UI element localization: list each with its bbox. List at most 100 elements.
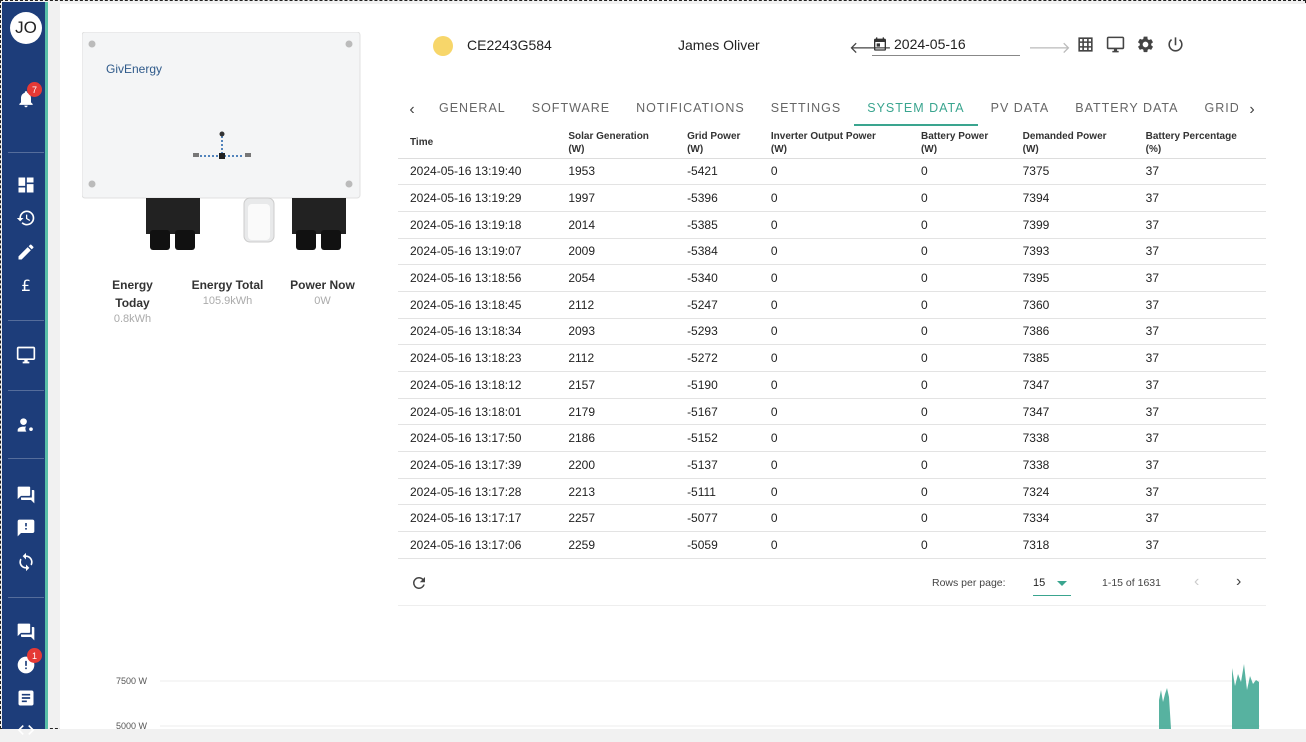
table-cell: -5272 <box>675 344 759 372</box>
table-cell: 2257 <box>556 504 676 533</box>
status-indicator <box>433 36 453 56</box>
table-cell: 7394 <box>1010 184 1134 212</box>
owner-name: James Oliver <box>678 37 760 53</box>
table-cell: -5152 <box>675 424 759 453</box>
history-icon[interactable] <box>14 206 38 230</box>
table-cell: 37 <box>1133 158 1266 186</box>
code-icon[interactable] <box>14 718 38 742</box>
sidebar-divider <box>8 390 44 391</box>
table-cell: 2014 <box>556 211 676 239</box>
dashboard-icon[interactable] <box>14 173 38 197</box>
notification-count-badge: 7 <box>27 82 42 97</box>
task-list-icon[interactable] <box>14 686 38 710</box>
table-cell: 0 <box>758 291 909 319</box>
avatar[interactable]: JO <box>10 12 42 44</box>
table-cell: 2024-05-16 13:19:18 <box>398 211 557 239</box>
table-cell: 37 <box>1133 211 1266 239</box>
table-cell: 0 <box>908 184 1011 212</box>
rows-per-page-label: Rows per page: <box>932 577 1006 589</box>
table-cell: 0 <box>908 158 1011 186</box>
svg-text:£: £ <box>21 276 31 295</box>
table-cell: 37 <box>1133 371 1266 399</box>
column-header[interactable]: Demanded Power (W) <box>1010 128 1134 159</box>
table-cell: 37 <box>1133 184 1266 212</box>
column-header[interactable]: Solar Generation (W) <box>556 128 676 159</box>
rows-per-page-select[interactable]: 15 <box>1033 572 1071 596</box>
notifications-bell-icon[interactable]: 7 <box>14 82 42 111</box>
table-cell: 0 <box>908 211 1011 239</box>
tab-pv-data[interactable]: PV DATA <box>978 94 1063 126</box>
device-serial: CE2243G584 <box>467 37 552 53</box>
tab-settings[interactable]: SETTINGS <box>758 94 855 126</box>
column-header-unit: (W) <box>687 143 704 155</box>
table-header-row: Time Solar Generation (W) Grid Power (W) Inve… <box>398 128 1266 159</box>
tab-notifications[interactable]: NOTIFICATIONS <box>623 94 758 126</box>
user-settings-icon[interactable] <box>14 413 38 437</box>
sync-icon[interactable] <box>14 550 38 574</box>
next-date-arrow-icon[interactable]: 🡒 <box>1028 37 1071 58</box>
table-cell: 7393 <box>1010 238 1134 266</box>
next-page-icon[interactable]: › <box>1236 573 1241 591</box>
power-icon[interactable] <box>1165 34 1185 54</box>
help-chat-icon[interactable] <box>14 620 38 644</box>
tab-general[interactable]: GENERAL <box>426 94 519 126</box>
table-cell: 37 <box>1133 344 1266 372</box>
table-cell: 0 <box>758 478 909 506</box>
table-cell: 37 <box>1133 238 1266 266</box>
column-header-title: Grid Power <box>687 130 741 142</box>
table-cell: -5077 <box>675 504 759 533</box>
stat-energy-total: Energy Total 105.9kWh <box>180 276 275 325</box>
grid-view-icon[interactable] <box>1075 34 1095 54</box>
column-header[interactable]: Inverter Output Power (W) <box>758 128 909 159</box>
chevron-down-icon <box>1057 581 1067 586</box>
previous-page-icon[interactable]: ‹ <box>1194 573 1199 591</box>
column-header[interactable]: Grid Power (W) <box>675 128 759 159</box>
column-header[interactable]: Battery Power (W) <box>908 128 1011 159</box>
table-cell: 1997 <box>556 184 676 212</box>
table-cell: 37 <box>1133 398 1266 426</box>
table-cell: 0 <box>758 451 909 479</box>
stat-power-now: Power Now 0W <box>275 276 370 325</box>
tabs-scroll-left-icon[interactable]: ‹ <box>398 101 426 119</box>
settings-gear-icon[interactable] <box>1135 34 1155 54</box>
edit-pencil-icon[interactable] <box>14 240 38 264</box>
tabs-scroll-right-icon[interactable]: › <box>1238 101 1266 119</box>
stat-energy-today: Energy Today 0.8kWh <box>85 276 180 325</box>
monitor-icon[interactable] <box>14 343 38 367</box>
table-cell: 2200 <box>556 451 676 479</box>
table-row: 2024-05-16 13:19:18 2014 -5385 0 0 7399 37 <box>398 211 1266 239</box>
table-row: 2024-05-16 13:17:39 2200 -5137 0 0 7338 37 <box>398 451 1266 479</box>
date-value: 2024-05-16 <box>894 35 966 52</box>
table-cell: 0 <box>908 451 1011 479</box>
table-cell: -5421 <box>675 158 759 186</box>
table-cell: 2024-05-16 13:18:56 <box>398 264 557 292</box>
table-cell: 2093 <box>556 318 676 346</box>
sidebar-divider <box>8 320 44 321</box>
refresh-icon[interactable] <box>410 574 428 592</box>
table-cell: 7324 <box>1010 478 1134 506</box>
tab-system-data[interactable]: SYSTEM DATA <box>854 94 978 126</box>
table-row: 2024-05-16 13:18:01 2179 -5167 0 0 7347 37 <box>398 398 1266 426</box>
table-cell: 0 <box>758 344 909 372</box>
monitor-icon[interactable] <box>1105 34 1125 54</box>
tab-battery-data[interactable]: BATTERY DATA <box>1062 94 1191 126</box>
table-cell: 0 <box>908 371 1011 399</box>
alert-icon[interactable]: 1 <box>14 648 42 677</box>
table-body: 2024-05-16 13:19:40 1953 -5421 0 0 7375 37 2024… <box>398 158 1266 559</box>
tab-grid-data[interactable]: GRID DATA <box>1191 94 1238 126</box>
table-cell: -5384 <box>675 238 759 266</box>
rows-per-page-value: 15 <box>1033 577 1046 589</box>
tab-software[interactable]: SOFTWARE <box>519 94 623 126</box>
table-cell: 2024-05-16 13:18:01 <box>398 398 557 426</box>
chat-forum-icon[interactable] <box>14 483 38 507</box>
table-cell: 2112 <box>556 344 676 372</box>
date-picker[interactable]: 2024-05-16 <box>872 32 1020 56</box>
pound-currency-icon[interactable]: £ <box>14 273 38 297</box>
table-row: 2024-05-16 13:17:50 2186 -5152 0 0 7338 37 <box>398 424 1266 453</box>
table-row: 2024-05-16 13:17:28 2213 -5111 0 0 7324 37 <box>398 478 1266 506</box>
table-cell: 7375 <box>1010 158 1134 186</box>
column-header[interactable]: Battery Percentage (%) <box>1133 128 1266 159</box>
feedback-icon[interactable] <box>14 516 38 540</box>
column-header[interactable]: Time <box>398 128 557 159</box>
table-cell: 2259 <box>556 531 676 559</box>
